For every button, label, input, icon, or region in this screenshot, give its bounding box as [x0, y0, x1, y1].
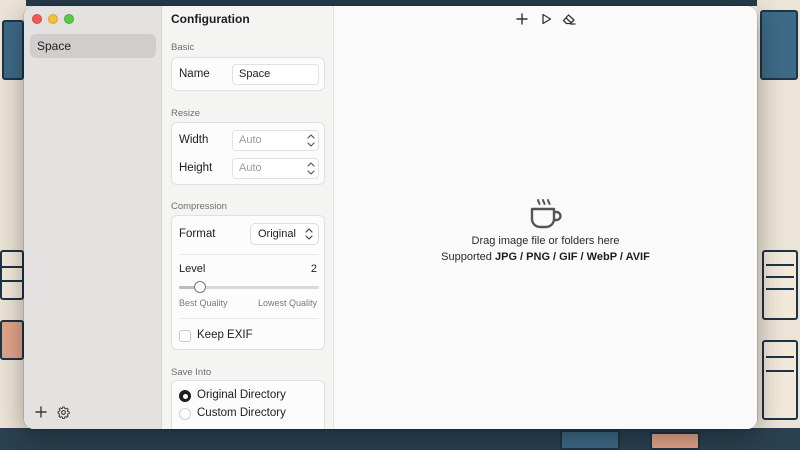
- configuration-panel: Configuration Basic Name Space Resize Wi…: [162, 6, 334, 429]
- minimize-button[interactable]: [48, 14, 58, 24]
- supported-format-list: JPG / PNG / GIF / WebP / AVIF: [494, 251, 650, 263]
- supported-prefix: Supported: [441, 251, 495, 263]
- wallpaper-stroke: [2, 266, 22, 268]
- level-slider-thumb[interactable]: [194, 281, 206, 293]
- section-label-save-into: Save Into: [171, 367, 212, 378]
- wallpaper-book: [760, 10, 798, 80]
- plus-icon[interactable]: [515, 12, 529, 26]
- divider: [179, 318, 319, 319]
- level-slider[interactable]: [179, 281, 319, 293]
- section-label-resize: Resize: [171, 108, 201, 119]
- plus-icon[interactable]: [33, 404, 49, 420]
- play-icon[interactable]: [539, 12, 553, 26]
- wallpaper-stroke: [766, 264, 794, 266]
- name-input-value: Space: [239, 68, 271, 80]
- best-quality-caption: Best Quality: [179, 298, 228, 308]
- divider: [179, 254, 319, 255]
- lowest-quality-caption: Lowest Quality: [257, 298, 317, 308]
- wallpaper-stroke: [766, 370, 794, 372]
- basic-card: Name Space: [171, 57, 325, 91]
- close-button[interactable]: [32, 14, 42, 24]
- width-placeholder: Auto: [239, 134, 262, 146]
- drop-instruction: Drag image file or folders here: [471, 235, 620, 247]
- name-label: Name: [179, 68, 210, 80]
- height-label: Height: [179, 162, 213, 174]
- coffee-cup-icon: [530, 199, 562, 229]
- width-input[interactable]: Auto: [232, 130, 319, 151]
- format-select[interactable]: Original: [250, 223, 319, 245]
- sidebar-item-label: Space: [37, 39, 72, 53]
- keep-exif-checkbox[interactable]: [179, 330, 191, 342]
- level-value: 2: [310, 263, 317, 275]
- wallpaper-book: [0, 320, 24, 360]
- drop-zone[interactable]: Drag image file or folders here Supporte…: [334, 6, 757, 429]
- zoom-button[interactable]: [64, 14, 74, 24]
- format-label: Format: [179, 228, 216, 240]
- wallpaper-stroke: [2, 280, 22, 282]
- original-directory-radio[interactable]: [179, 390, 191, 402]
- wallpaper-stroke: [766, 276, 794, 278]
- eraser-icon[interactable]: [562, 12, 576, 26]
- original-directory-label: Original Directory: [197, 389, 286, 401]
- custom-directory-radio[interactable]: [179, 408, 191, 420]
- width-stepper-icon[interactable]: [307, 133, 315, 148]
- section-label-compression: Compression: [171, 201, 227, 212]
- width-label: Width: [179, 134, 209, 146]
- height-input[interactable]: Auto: [232, 158, 319, 179]
- wallpaper-book: [762, 250, 798, 320]
- wallpaper-book: [560, 430, 620, 450]
- sidebar-item-space[interactable]: Space: [30, 34, 156, 58]
- save-into-card: Original Directory Custom Directory: [171, 380, 325, 429]
- height-stepper-icon[interactable]: [307, 161, 315, 176]
- wallpaper-book: [650, 432, 700, 450]
- sidebar: Space: [24, 6, 162, 429]
- resize-card: Width Auto Height Auto: [171, 122, 325, 185]
- custom-directory-label: Custom Directory: [197, 407, 286, 419]
- app-window: Space Configuration Basic Name Space Res…: [24, 6, 757, 429]
- format-select-value: Original: [258, 228, 296, 240]
- supported-formats: Supported JPG / PNG / GIF / WebP / AVIF: [334, 251, 757, 263]
- compression-card: Format Original Level 2 Best Quality Low…: [171, 215, 325, 350]
- chevron-up-down-icon: [305, 228, 313, 240]
- height-placeholder: Auto: [239, 162, 262, 174]
- level-label: Level: [179, 263, 206, 275]
- keep-exif-label: Keep EXIF: [197, 329, 253, 341]
- wallpaper-stroke: [766, 288, 794, 290]
- panel-title: Configuration: [171, 12, 250, 26]
- wallpaper-book: [2, 20, 24, 80]
- gear-icon[interactable]: [55, 404, 71, 420]
- name-input[interactable]: Space: [232, 64, 319, 85]
- section-label-basic: Basic: [171, 42, 195, 53]
- wallpaper-stroke: [766, 356, 794, 358]
- wallpaper-book: [762, 340, 798, 420]
- wallpaper-book: [0, 250, 24, 300]
